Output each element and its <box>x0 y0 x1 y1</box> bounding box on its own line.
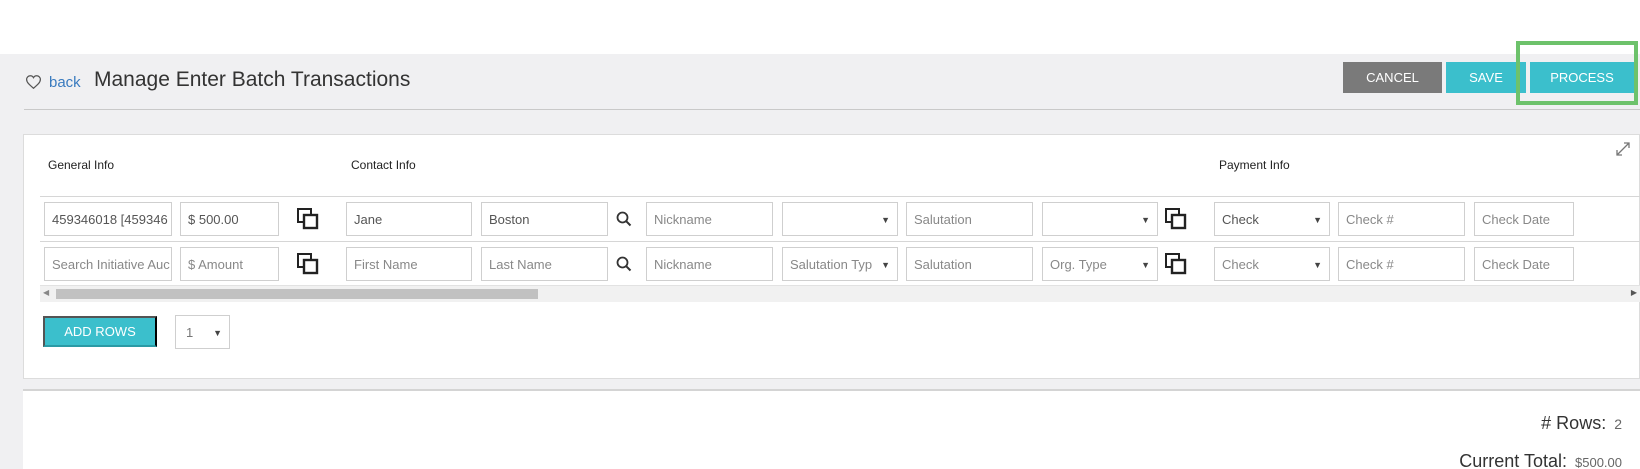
chevron-down-icon: ▼ <box>881 215 890 225</box>
scroll-right-icon[interactable]: ▶ <box>1631 288 1637 297</box>
scrollbar-thumb[interactable] <box>56 289 538 299</box>
payment-type-value: Check <box>1222 211 1259 227</box>
back-label[interactable]: back <box>49 74 81 91</box>
org-type-value: Org. Type <box>1050 256 1107 272</box>
horizontal-scrollbar[interactable]: ◀ ▶ <box>40 285 1640 302</box>
first-name-field[interactable]: Jane <box>346 202 472 236</box>
salutation-type-select[interactable]: Salutation Typ ▼ <box>782 247 898 281</box>
first-name-field[interactable]: First Name <box>346 247 472 281</box>
current-total: Current Total: $500.00 <box>1459 451 1622 469</box>
search-icon[interactable] <box>616 211 632 227</box>
rows-count: # Rows: 2 <box>1541 413 1622 434</box>
last-name-field[interactable]: Last Name <box>481 247 608 281</box>
top-blank-bar <box>0 0 1640 54</box>
current-total-label: Current Total: <box>1459 451 1567 469</box>
back-link[interactable]: back <box>26 70 81 94</box>
add-rows-button[interactable]: ADD ROWS <box>43 316 157 347</box>
save-button[interactable]: SAVE <box>1446 62 1526 93</box>
batch-entry-panel: General Info Contact Info Payment Info 4… <box>23 134 1640 379</box>
chevron-down-icon: ▼ <box>1313 260 1322 270</box>
search-icon[interactable] <box>616 256 632 272</box>
summary-panel: # Rows: 2 Current Total: $500.00 <box>23 391 1640 469</box>
header-divider <box>24 109 1640 110</box>
nickname-field[interactable]: Nickname <box>646 247 773 281</box>
org-type-select[interactable]: Org. Type ▼ <box>1042 247 1158 281</box>
chevron-down-icon: ▼ <box>1141 260 1150 270</box>
amount-field[interactable]: $ 500.00 <box>180 202 279 236</box>
process-button[interactable]: PROCESS <box>1530 62 1634 93</box>
check-date-field[interactable]: Check Date <box>1474 247 1574 281</box>
section-payment-info: Payment Info <box>1219 158 1290 172</box>
check-date-field[interactable]: Check Date <box>1474 202 1574 236</box>
chevron-down-icon: ▼ <box>213 328 222 338</box>
chevron-down-icon: ▼ <box>1313 215 1322 225</box>
copy-icon[interactable] <box>297 208 319 230</box>
heart-icon <box>26 75 41 89</box>
page-header: back Manage Enter Batch Transactions CAN… <box>0 41 1640 110</box>
check-number-field[interactable]: Check # <box>1338 247 1465 281</box>
chevron-down-icon: ▼ <box>1141 215 1150 225</box>
check-number-field[interactable]: Check # <box>1338 202 1465 236</box>
page-title: Manage Enter Batch Transactions <box>94 68 411 91</box>
chevron-down-icon: ▼ <box>881 260 890 270</box>
section-general-info: General Info <box>48 158 115 172</box>
salutation-type-select[interactable]: ▼ <box>782 202 898 236</box>
last-name-field[interactable]: Boston <box>481 202 608 236</box>
page-content: back Manage Enter Batch Transactions CAN… <box>0 41 1640 469</box>
org-type-select[interactable]: ▼ <box>1042 202 1158 236</box>
payment-type-select[interactable]: Check ▼ <box>1214 247 1330 281</box>
salutation-field[interactable]: Salutation <box>906 247 1033 281</box>
rows-count-value: 1 <box>186 324 194 340</box>
row-divider <box>40 241 1640 242</box>
salutation-field[interactable]: Salutation <box>906 202 1033 236</box>
copy-icon[interactable] <box>297 253 319 275</box>
cancel-button[interactable]: CANCEL <box>1343 62 1442 93</box>
payment-type-value: Check <box>1222 256 1259 272</box>
copy-icon[interactable] <box>1165 208 1187 230</box>
initiative-field[interactable]: Search Initiative Auc <box>44 247 172 281</box>
salutation-type-value: Salutation Typ <box>790 256 873 272</box>
copy-icon[interactable] <box>1165 253 1187 275</box>
rows-count-number: 2 <box>1614 416 1622 432</box>
initiative-field[interactable]: 459346018 [459346 <box>44 202 172 236</box>
table-top-border <box>40 196 1640 197</box>
expand-icon[interactable] <box>1615 141 1631 157</box>
amount-field[interactable]: $ Amount <box>180 247 279 281</box>
payment-type-select[interactable]: Check ▼ <box>1214 202 1330 236</box>
section-contact-info: Contact Info <box>351 158 416 172</box>
scroll-left-icon[interactable]: ◀ <box>43 288 49 297</box>
nickname-field[interactable]: Nickname <box>646 202 773 236</box>
rows-count-select[interactable]: 1 ▼ <box>175 315 230 349</box>
rows-count-label: # Rows: <box>1541 413 1607 433</box>
current-total-value: $500.00 <box>1575 455 1622 469</box>
